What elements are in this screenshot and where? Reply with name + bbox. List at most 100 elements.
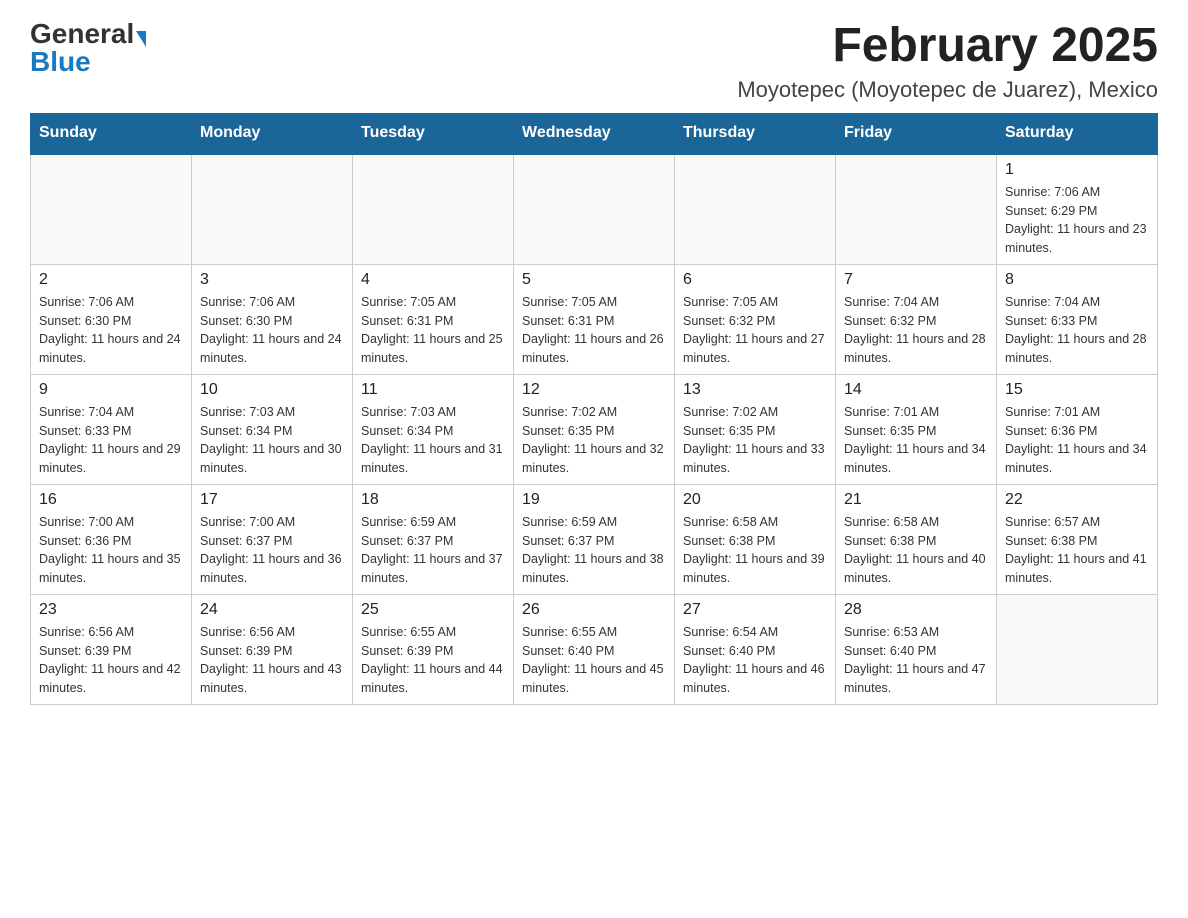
day-number: 24: [200, 601, 344, 619]
day-info: Sunrise: 7:04 AMSunset: 6:32 PMDaylight:…: [844, 293, 988, 368]
weekday-header-friday: Friday: [836, 113, 997, 153]
calendar-cell: 23 Sunrise: 6:56 AMSunset: 6:39 PMDayligh…: [31, 594, 192, 704]
day-info: Sunrise: 6:57 AMSunset: 6:38 PMDaylight:…: [1005, 513, 1149, 588]
day-info: Sunrise: 6:56 AMSunset: 6:39 PMDaylight:…: [39, 623, 183, 698]
calendar-cell: [192, 153, 353, 264]
day-number: 25: [361, 601, 505, 619]
day-info: Sunrise: 7:04 AMSunset: 6:33 PMDaylight:…: [1005, 293, 1149, 368]
day-number: 6: [683, 271, 827, 289]
day-number: 21: [844, 491, 988, 509]
day-info: Sunrise: 6:59 AMSunset: 6:37 PMDaylight:…: [522, 513, 666, 588]
day-number: 2: [39, 271, 183, 289]
day-number: 14: [844, 381, 988, 399]
title-section: February 2025 Moyotepec (Moyotepec de Ju…: [737, 20, 1158, 103]
day-number: 9: [39, 381, 183, 399]
logo: General Blue: [30, 20, 146, 76]
day-number: 4: [361, 271, 505, 289]
day-number: 12: [522, 381, 666, 399]
weekday-header-thursday: Thursday: [675, 113, 836, 153]
calendar-cell: 16 Sunrise: 7:00 AMSunset: 6:36 PMDayligh…: [31, 484, 192, 594]
day-info: Sunrise: 7:03 AMSunset: 6:34 PMDaylight:…: [200, 403, 344, 478]
day-number: 7: [844, 271, 988, 289]
day-number: 17: [200, 491, 344, 509]
calendar-cell: 12 Sunrise: 7:02 AMSunset: 6:35 PMDayligh…: [514, 374, 675, 484]
day-number: 5: [522, 271, 666, 289]
calendar-cell: 9Sunrise: 7:04 AMSunset: 6:33 PMDaylight…: [31, 374, 192, 484]
calendar-week-row: 16 Sunrise: 7:00 AMSunset: 6:36 PMDayligh…: [31, 484, 1158, 594]
day-info: Sunrise: 6:54 AMSunset: 6:40 PMDaylight:…: [683, 623, 827, 698]
day-info: Sunrise: 7:06 AMSunset: 6:29 PMDaylight:…: [1005, 183, 1149, 258]
calendar-header: SundayMondayTuesdayWednesdayThursdayFrid…: [31, 113, 1158, 153]
day-number: 1: [1005, 161, 1149, 179]
calendar-cell: 19 Sunrise: 6:59 AMSunset: 6:37 PMDayligh…: [514, 484, 675, 594]
weekday-header-wednesday: Wednesday: [514, 113, 675, 153]
calendar-cell: 6 Sunrise: 7:05 AMSunset: 6:32 PMDaylight…: [675, 264, 836, 374]
day-info: Sunrise: 6:58 AMSunset: 6:38 PMDaylight:…: [683, 513, 827, 588]
calendar-body: 1 Sunrise: 7:06 AMSunset: 6:29 PMDaylight…: [31, 153, 1158, 704]
day-info: Sunrise: 7:00 AMSunset: 6:36 PMDaylight:…: [39, 513, 183, 588]
day-number: 27: [683, 601, 827, 619]
calendar-cell: [997, 594, 1158, 704]
calendar-cell: 13Sunrise: 7:02 AMSunset: 6:35 PMDayligh…: [675, 374, 836, 484]
day-number: 15: [1005, 381, 1149, 399]
logo-general: General: [30, 18, 134, 49]
day-info: Sunrise: 6:58 AMSunset: 6:38 PMDaylight:…: [844, 513, 988, 588]
calendar-cell: [31, 153, 192, 264]
day-number: 16: [39, 491, 183, 509]
calendar-week-row: 1 Sunrise: 7:06 AMSunset: 6:29 PMDaylight…: [31, 153, 1158, 264]
calendar-cell: 15 Sunrise: 7:01 AMSunset: 6:36 PMDayligh…: [997, 374, 1158, 484]
calendar-cell: 14 Sunrise: 7:01 AMSunset: 6:35 PMDayligh…: [836, 374, 997, 484]
day-info: Sunrise: 7:01 AMSunset: 6:35 PMDaylight:…: [844, 403, 988, 478]
day-number: 11: [361, 381, 505, 399]
day-info: Sunrise: 7:05 AMSunset: 6:32 PMDaylight:…: [683, 293, 827, 368]
day-number: 10: [200, 381, 344, 399]
calendar-cell: 24 Sunrise: 6:56 AMSunset: 6:39 PMDayligh…: [192, 594, 353, 704]
day-number: 26: [522, 601, 666, 619]
day-number: 22: [1005, 491, 1149, 509]
logo-blue: Blue: [30, 48, 91, 76]
calendar-cell: 27 Sunrise: 6:54 AMSunset: 6:40 PMDayligh…: [675, 594, 836, 704]
calendar-cell: 18Sunrise: 6:59 AMSunset: 6:37 PMDayligh…: [353, 484, 514, 594]
calendar-cell: [353, 153, 514, 264]
calendar-cell: 10 Sunrise: 7:03 AMSunset: 6:34 PMDayligh…: [192, 374, 353, 484]
calendar-table: SundayMondayTuesdayWednesdayThursdayFrid…: [30, 113, 1158, 705]
day-number: 19: [522, 491, 666, 509]
day-info: Sunrise: 7:05 AMSunset: 6:31 PMDaylight:…: [361, 293, 505, 368]
calendar-cell: 3Sunrise: 7:06 AMSunset: 6:30 PMDaylight…: [192, 264, 353, 374]
calendar-cell: 22 Sunrise: 6:57 AMSunset: 6:38 PMDayligh…: [997, 484, 1158, 594]
day-info: Sunrise: 7:03 AMSunset: 6:34 PMDaylight:…: [361, 403, 505, 478]
calendar-cell: 28 Sunrise: 6:53 AMSunset: 6:40 PMDayligh…: [836, 594, 997, 704]
day-info: Sunrise: 6:53 AMSunset: 6:40 PMDaylight:…: [844, 623, 988, 698]
day-number: 8: [1005, 271, 1149, 289]
weekday-header-row: SundayMondayTuesdayWednesdayThursdayFrid…: [31, 113, 1158, 153]
location-title: Moyotepec (Moyotepec de Juarez), Mexico: [737, 77, 1158, 103]
day-info: Sunrise: 7:02 AMSunset: 6:35 PMDaylight:…: [522, 403, 666, 478]
day-info: Sunrise: 6:55 AMSunset: 6:40 PMDaylight:…: [522, 623, 666, 698]
calendar-cell: 5 Sunrise: 7:05 AMSunset: 6:31 PMDaylight…: [514, 264, 675, 374]
calendar-week-row: 2 Sunrise: 7:06 AMSunset: 6:30 PMDaylight…: [31, 264, 1158, 374]
day-info: Sunrise: 7:06 AMSunset: 6:30 PMDaylight:…: [39, 293, 183, 368]
day-number: 23: [39, 601, 183, 619]
calendar-cell: [675, 153, 836, 264]
calendar-cell: 2 Sunrise: 7:06 AMSunset: 6:30 PMDaylight…: [31, 264, 192, 374]
calendar-cell: 25 Sunrise: 6:55 AMSunset: 6:39 PMDayligh…: [353, 594, 514, 704]
calendar-cell: 11 Sunrise: 7:03 AMSunset: 6:34 PMDayligh…: [353, 374, 514, 484]
day-info: Sunrise: 6:55 AMSunset: 6:39 PMDaylight:…: [361, 623, 505, 698]
day-info: Sunrise: 7:01 AMSunset: 6:36 PMDaylight:…: [1005, 403, 1149, 478]
day-info: Sunrise: 7:05 AMSunset: 6:31 PMDaylight:…: [522, 293, 666, 368]
day-number: 28: [844, 601, 988, 619]
day-number: 3: [200, 271, 344, 289]
calendar-cell: [514, 153, 675, 264]
month-title: February 2025: [737, 20, 1158, 73]
day-info: Sunrise: 6:56 AMSunset: 6:39 PMDaylight:…: [200, 623, 344, 698]
weekday-header-sunday: Sunday: [31, 113, 192, 153]
calendar-cell: 21 Sunrise: 6:58 AMSunset: 6:38 PMDayligh…: [836, 484, 997, 594]
calendar-cell: 8 Sunrise: 7:04 AMSunset: 6:33 PMDaylight…: [997, 264, 1158, 374]
weekday-header-tuesday: Tuesday: [353, 113, 514, 153]
logo-triangle-icon: [136, 31, 146, 47]
calendar-cell: 17Sunrise: 7:00 AMSunset: 6:37 PMDayligh…: [192, 484, 353, 594]
calendar-week-row: 23 Sunrise: 6:56 AMSunset: 6:39 PMDayligh…: [31, 594, 1158, 704]
calendar-cell: 20Sunrise: 6:58 AMSunset: 6:38 PMDayligh…: [675, 484, 836, 594]
calendar-cell: 4 Sunrise: 7:05 AMSunset: 6:31 PMDaylight…: [353, 264, 514, 374]
calendar-cell: 26 Sunrise: 6:55 AMSunset: 6:40 PMDayligh…: [514, 594, 675, 704]
